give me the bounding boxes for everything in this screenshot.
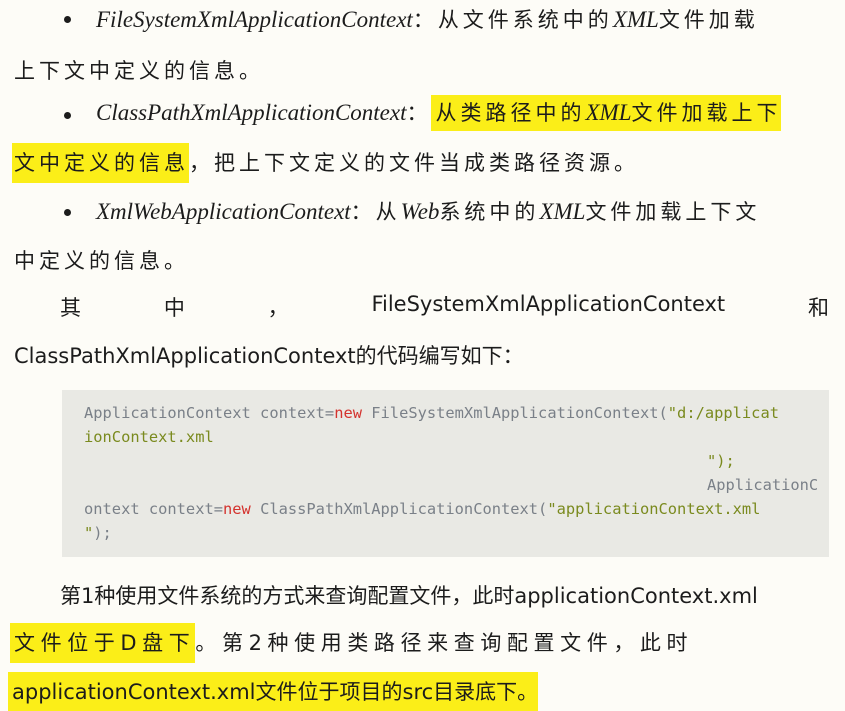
highlight-4: applicationContext.xml文件位于项目的src目录底下。 — [8, 672, 539, 711]
paragraph-2-line-3: applicationContext.xml文件位于项目的src目录底下。 — [8, 672, 539, 711]
bullet-1-line-1: FileSystemXmlApplicationContext：从文件系统中的X… — [96, 7, 759, 32]
bullet-2-line-1: ClassPathXmlApplicationContext： 从类路径中的XML… — [96, 95, 782, 131]
paragraph-2-line-1: 第1种使用文件系统的方式来查询配置文件，此时applicationContext… — [60, 584, 758, 608]
code-line-1: ApplicationContext context=new FileSyste… — [84, 404, 779, 422]
code-line-6: "); — [84, 524, 112, 542]
code-line-5: ontext context=new ClassPathXmlApplicati… — [84, 500, 761, 518]
bullet-dot — [64, 209, 71, 216]
highlight-1: 从类路径中的XML文件加载上下 — [431, 95, 782, 131]
bullet-dot — [64, 112, 71, 119]
paragraph-1-line-1: 其 中 ， FileSystemXmlApplicationContext 和 — [60, 292, 829, 320]
bullet-1-line-2: 上下文中定义的信息。 — [14, 59, 264, 83]
bullet-3-line-2: 中定义的信息。 — [14, 249, 189, 273]
code-line-4: ApplicationC — [707, 476, 819, 494]
bullet-3-line-1: XmlWebApplicationContext：从Web系统中的XML文件加载… — [96, 199, 761, 224]
term-xmlweb: XmlWebApplicationContext — [96, 199, 351, 224]
term-filesystem: FileSystemXmlApplicationContext — [96, 7, 413, 32]
highlight-3: 文件位于D盘下 — [10, 623, 196, 663]
highlight-2: 文中定义的信息 — [12, 143, 189, 183]
term-classpath: ClassPathXmlApplicationContext — [96, 100, 407, 125]
bullet-dot — [64, 16, 71, 23]
code-block: ApplicationContext context=new FileSyste… — [62, 390, 829, 557]
paragraph-1-line-2: ClassPathXmlApplicationContext的代码编写如下： — [14, 344, 524, 368]
paragraph-2-line-2: 文件位于D盘下。第2种使用类路径来查询配置文件，此时 — [10, 623, 693, 663]
bullet-2-line-2: 文中定义的信息，把上下文定义的文件当成类路径资源。 — [12, 143, 639, 183]
document-page: FileSystemXmlApplicationContext：从文件系统中的X… — [0, 0, 845, 711]
code-line-3: "); — [707, 452, 735, 470]
code-line-2: ionContext.xml — [84, 428, 214, 446]
